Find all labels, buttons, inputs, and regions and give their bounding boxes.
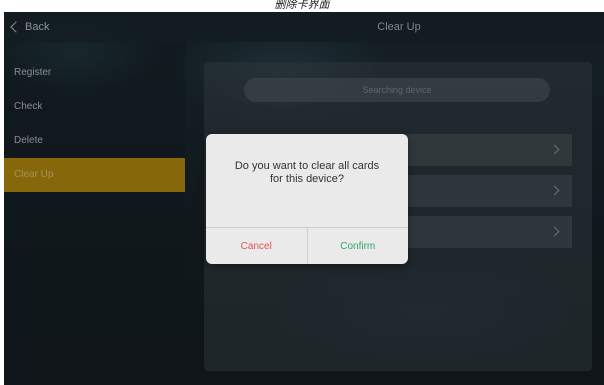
- dialog-message: Do you want to clear all cards for this …: [206, 160, 408, 186]
- dialog-buttons: Cancel Confirm: [206, 227, 408, 264]
- confirm-button[interactable]: Confirm: [308, 228, 409, 264]
- clear-confirm-dialog: Do you want to clear all cards for this …: [206, 134, 408, 264]
- cancel-button[interactable]: Cancel: [206, 228, 308, 264]
- dialog-message-line-2: for this device?: [270, 173, 344, 185]
- device-screen: Back Clear Up Register Check Delete Clea…: [4, 12, 604, 385]
- dialog-message-line-1: Do you want to clear all cards: [234, 160, 380, 172]
- page-caption: 删除卡界面: [274, 0, 330, 11]
